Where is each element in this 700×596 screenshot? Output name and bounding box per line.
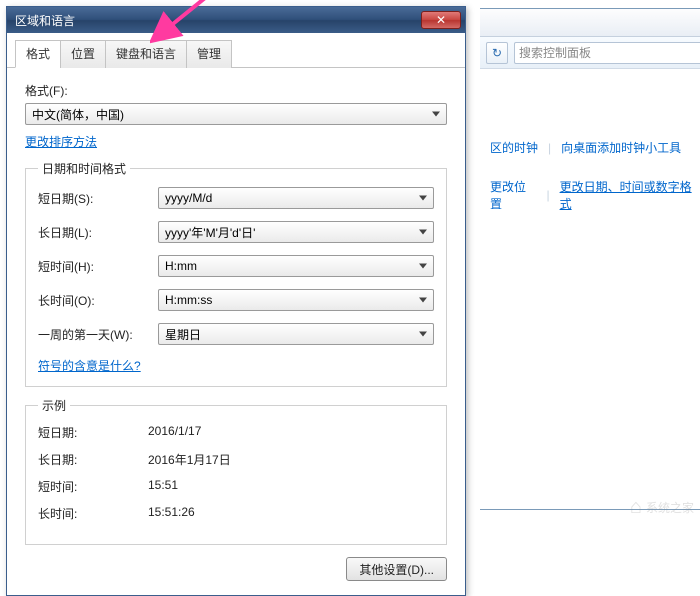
symbols-help-link[interactable]: 符号的含意是什么? — [38, 359, 141, 373]
example-short-time: 短时间: 15:51 — [38, 478, 434, 495]
example-long-date: 长日期: 2016年1月17日 — [38, 451, 434, 468]
tab-format[interactable]: 格式 — [15, 40, 61, 68]
tab-bar: 格式 位置 键盘和语言 管理 — [7, 33, 465, 68]
cp-link-clock[interactable]: 区的时钟 — [490, 139, 538, 156]
short-date-value: yyyy/M/d — [165, 191, 212, 205]
control-panel-body: 区的时钟 | 向桌面添加时钟小工具 更改位置 | 更改日期、时间或数字格式 — [480, 69, 700, 509]
first-day-value: 星期日 — [165, 326, 201, 343]
region-language-dialog: 区域和语言 ✕ 格式 位置 键盘和语言 管理 格式(F): 中文(简体，中国) … — [6, 6, 466, 596]
short-date-label: 短日期(S): — [38, 190, 148, 207]
tab-location[interactable]: 位置 — [60, 40, 106, 68]
close-icon: ✕ — [436, 13, 446, 27]
short-time-value: H:mm — [165, 259, 197, 273]
cp-link-change-date-formats[interactable]: 更改日期、时间或数字格式 — [560, 178, 699, 212]
tab-label: 键盘和语言 — [116, 47, 176, 61]
dialog-bottom-bar: 其他设置(D)... — [7, 549, 465, 585]
short-time-row: 短时间(H): H:mm — [38, 255, 434, 277]
tab-keyboard-language[interactable]: 键盘和语言 — [105, 40, 187, 68]
datetime-format-legend: 日期和时间格式 — [38, 160, 130, 177]
example-short-date-value: 2016/1/17 — [148, 424, 201, 441]
control-panel-titlebar — [480, 9, 700, 37]
search-placeholder: 搜索控制面板 — [519, 44, 591, 61]
datetime-format-group: 日期和时间格式 短日期(S): yyyy/M/d 长日期(L): yyyy'年'… — [25, 160, 447, 387]
example-group: 示例 短日期: 2016/1/17 长日期: 2016年1月17日 短时间: 1… — [25, 397, 447, 545]
tab-label: 格式 — [26, 47, 50, 61]
format-panel: 格式(F): 中文(简体，中国) 更改排序方法 日期和时间格式 短日期(S): … — [7, 68, 465, 549]
long-time-value: H:mm:ss — [165, 293, 212, 307]
first-day-combo[interactable]: 星期日 — [158, 323, 434, 345]
chevron-down-icon — [432, 112, 440, 117]
control-panel-toolbar: ↻ 搜索控制面板 — [480, 37, 700, 69]
refresh-button[interactable]: ↻ — [486, 42, 508, 64]
example-long-date-value: 2016年1月17日 — [148, 451, 231, 468]
other-settings-button[interactable]: 其他设置(D)... — [346, 557, 447, 581]
example-long-date-label: 长日期: — [38, 451, 148, 468]
chevron-down-icon — [419, 264, 427, 269]
chevron-down-icon — [419, 196, 427, 201]
first-day-label: 一周的第一天(W): — [38, 326, 148, 343]
example-short-time-value: 15:51 — [148, 478, 178, 495]
cp-link-desktop-gadget[interactable]: 向桌面添加时钟小工具 — [561, 139, 681, 156]
cp-link-change-location[interactable]: 更改位置 — [490, 178, 536, 212]
refresh-icon: ↻ — [492, 46, 502, 60]
format-combo[interactable]: 中文(简体，中国) — [25, 103, 447, 125]
long-time-combo[interactable]: H:mm:ss — [158, 289, 434, 311]
long-time-label: 长时间(O): — [38, 292, 148, 309]
long-date-combo[interactable]: yyyy'年'M'月'd'日' — [158, 221, 434, 243]
long-time-row: 长时间(O): H:mm:ss — [38, 289, 434, 311]
example-long-time-label: 长时间: — [38, 505, 148, 522]
format-field: 格式(F): 中文(简体，中国) — [25, 82, 447, 125]
short-date-combo[interactable]: yyyy/M/d — [158, 187, 434, 209]
format-label: 格式(F): — [25, 82, 447, 99]
chevron-down-icon — [419, 298, 427, 303]
dialog-body: 格式 位置 键盘和语言 管理 格式(F): 中文(简体，中国) 更改排序方法 日… — [7, 33, 465, 595]
close-button[interactable]: ✕ — [421, 11, 461, 29]
link-separator: | — [546, 188, 549, 202]
search-input[interactable]: 搜索控制面板 — [514, 42, 700, 64]
example-short-date-label: 短日期: — [38, 424, 148, 441]
link-separator: | — [548, 141, 551, 155]
dialog-titlebar[interactable]: 区域和语言 ✕ — [7, 7, 465, 33]
first-day-row: 一周的第一天(W): 星期日 — [38, 323, 434, 345]
cp-link-row-1: 区的时钟 | 向桌面添加时钟小工具 — [490, 139, 699, 156]
example-short-time-label: 短时间: — [38, 478, 148, 495]
long-date-label: 长日期(L): — [38, 224, 148, 241]
other-settings-label: 其他设置(D)... — [359, 563, 434, 577]
format-combo-value: 中文(简体，中国) — [32, 106, 124, 123]
tab-label: 位置 — [71, 47, 95, 61]
long-date-row: 长日期(L): yyyy'年'M'月'd'日' — [38, 221, 434, 243]
example-legend: 示例 — [38, 397, 70, 414]
short-time-label: 短时间(H): — [38, 258, 148, 275]
example-long-time: 长时间: 15:51:26 — [38, 505, 434, 522]
change-sort-link[interactable]: 更改排序方法 — [25, 135, 97, 149]
long-date-value: yyyy'年'M'月'd'日' — [165, 224, 255, 241]
cp-link-row-2: 更改位置 | 更改日期、时间或数字格式 — [490, 178, 699, 212]
example-short-date: 短日期: 2016/1/17 — [38, 424, 434, 441]
example-long-time-value: 15:51:26 — [148, 505, 195, 522]
short-time-combo[interactable]: H:mm — [158, 255, 434, 277]
dialog-title: 区域和语言 — [15, 12, 421, 29]
tab-administrative[interactable]: 管理 — [186, 40, 232, 68]
control-panel-window: ↻ 搜索控制面板 区的时钟 | 向桌面添加时钟小工具 更改位置 | 更改日期、时… — [480, 8, 700, 510]
tab-label: 管理 — [197, 47, 221, 61]
chevron-down-icon — [419, 332, 427, 337]
short-date-row: 短日期(S): yyyy/M/d — [38, 187, 434, 209]
chevron-down-icon — [419, 230, 427, 235]
